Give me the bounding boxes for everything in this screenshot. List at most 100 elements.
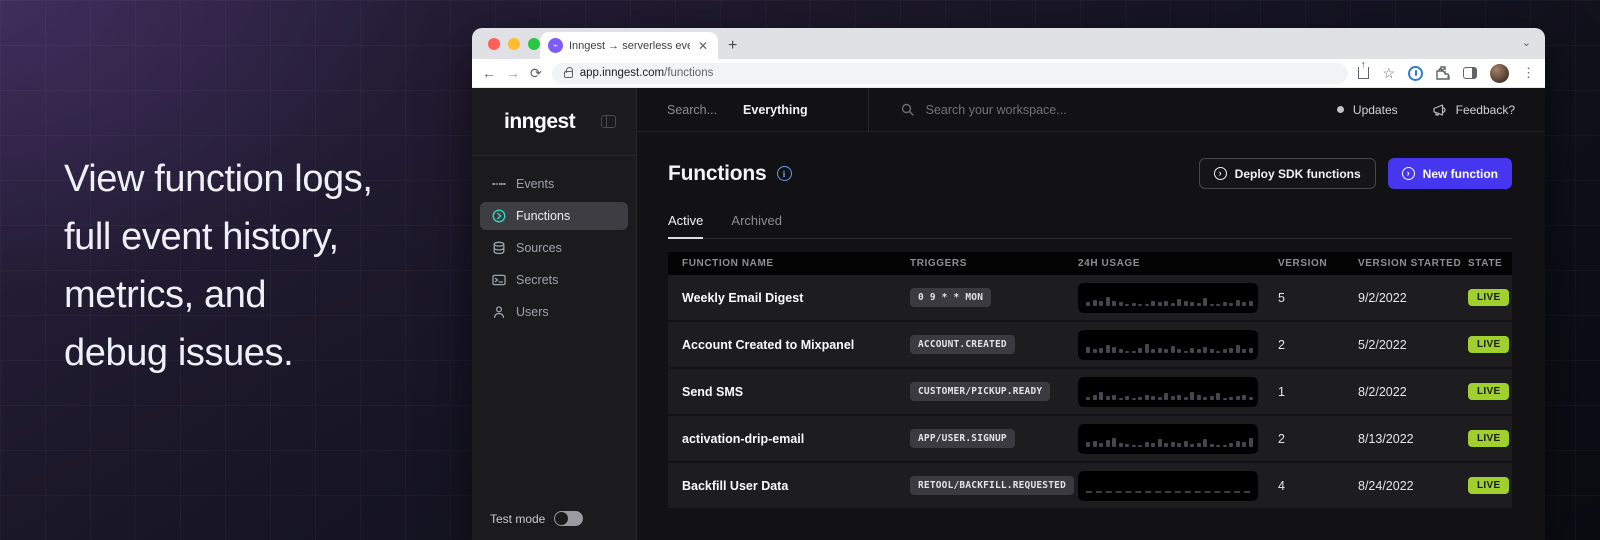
updates-dot-icon — [1337, 106, 1344, 113]
col-state: STATE — [1468, 258, 1512, 269]
tab-active[interactable]: Active — [668, 213, 703, 239]
minimize-window-button[interactable] — [508, 38, 520, 50]
sidebar-nav: Events Functions Sources Secrets — [472, 156, 636, 340]
window-controls — [488, 38, 540, 50]
search-scope-everything[interactable]: Everything — [743, 103, 808, 117]
maximize-window-button[interactable] — [528, 38, 540, 50]
state-badge: LIVE — [1468, 383, 1509, 400]
close-window-button[interactable] — [488, 38, 500, 50]
page-url: app.inngest.com/functions — [580, 67, 714, 79]
state-badge: LIVE — [1468, 336, 1509, 353]
sidebar-collapse-icon[interactable] — [601, 115, 616, 128]
sidebar-item-events[interactable]: Events — [480, 170, 628, 198]
table-row[interactable]: Send SMS CUSTOMER/PICKUP.READY 1 8/2/202… — [668, 369, 1512, 414]
hero-headline: View function logs, full event history, … — [64, 150, 373, 382]
deploy-sdk-functions-button[interactable]: › Deploy SDK functions — [1199, 158, 1376, 189]
sidebar-item-label: Users — [516, 305, 549, 319]
inngest-favicon: ⌁ — [548, 38, 563, 53]
feedback-label: Feedback? — [1456, 103, 1515, 117]
workspace-search-input[interactable]: Search your workspace... — [901, 103, 1337, 117]
version-cell: 2 — [1278, 432, 1358, 446]
version-started-cell: 8/13/2022 — [1358, 432, 1468, 446]
url-domain: app.inngest.com — [580, 67, 664, 79]
feedback-button[interactable]: Feedback? — [1432, 103, 1515, 117]
version-cell: 2 — [1278, 338, 1358, 352]
updates-button[interactable]: Updates — [1337, 103, 1398, 117]
toolbar-icons: ☆ ⋮ — [1358, 64, 1535, 83]
trigger-badge: CUSTOMER/PICKUP.READY — [910, 382, 1050, 401]
deploy-circle-icon: › — [1214, 167, 1227, 180]
version-started-cell: 9/2/2022 — [1358, 291, 1468, 305]
usage-sparkline — [1078, 424, 1258, 454]
function-name: Weekly Email Digest — [682, 291, 910, 305]
profile-avatar[interactable] — [1490, 64, 1509, 83]
functions-circle-icon — [492, 209, 506, 223]
bookmark-star-icon[interactable]: ☆ — [1382, 65, 1395, 82]
browser-window: ⌁ Inngest → serverless event-dri ✕ + ⌄ ←… — [472, 28, 1545, 540]
address-bar[interactable]: app.inngest.com/functions — [552, 63, 1349, 84]
version-started-cell: 8/2/2022 — [1358, 385, 1468, 399]
browser-menu-icon[interactable]: ⋮ — [1522, 65, 1535, 81]
workspace-search-placeholder: Search your workspace... — [926, 103, 1067, 117]
table-row[interactable]: activation-drip-email APP/USER.SIGNUP 2 … — [668, 416, 1512, 461]
updates-label: Updates — [1353, 103, 1398, 117]
function-name: activation-drip-email — [682, 432, 910, 446]
tab-close-icon[interactable]: ✕ — [696, 39, 710, 53]
new-function-label: New function — [1423, 167, 1498, 181]
back-button[interactable]: ← — [482, 65, 496, 81]
sidebar-item-label: Functions — [516, 209, 570, 223]
browser-tab[interactable]: ⌁ Inngest → serverless event-dri ✕ — [540, 32, 718, 59]
table-header: FUNCTION NAME TRIGGERS 24H USAGE VERSION… — [668, 252, 1512, 275]
version-cell: 5 — [1278, 291, 1358, 305]
trigger-badge: ACCOUNT.CREATED — [910, 335, 1015, 354]
browser-toolbar: ← → ⟳ app.inngest.com/functions ☆ ⋮ — [472, 59, 1545, 88]
share-icon[interactable] — [1358, 67, 1369, 79]
table-row[interactable]: Weekly Email Digest 0 9 * * MON 5 9/2/20… — [668, 275, 1512, 320]
events-pulse-icon — [492, 177, 506, 191]
sidebar-item-users[interactable]: Users — [480, 298, 628, 326]
megaphone-icon — [1432, 103, 1447, 117]
terminal-icon — [492, 273, 506, 287]
table-row[interactable]: Account Created to Mixpanel ACCOUNT.CREA… — [668, 322, 1512, 367]
search-tabs-chevron-icon[interactable]: ⌄ — [1522, 36, 1531, 49]
info-icon[interactable]: i — [777, 166, 792, 181]
new-function-circle-icon: › — [1402, 167, 1415, 180]
main-area: Search... Everything Search your workspa… — [637, 88, 1545, 540]
user-icon — [492, 305, 506, 319]
usage-sparkline — [1078, 283, 1258, 313]
trigger-badge: 0 9 * * MON — [910, 288, 991, 307]
url-path: /functions — [664, 67, 713, 79]
sidebar-item-secrets[interactable]: Secrets — [480, 266, 628, 294]
side-panel-icon[interactable] — [1463, 67, 1477, 79]
new-tab-button[interactable]: + — [728, 37, 737, 55]
state-badge: LIVE — [1468, 430, 1509, 447]
hero-line: full event history, — [64, 208, 373, 266]
col-version-started: VERSION STARTED — [1358, 258, 1468, 269]
inngest-logo: inngest — [504, 110, 575, 134]
forward-button[interactable]: → — [506, 65, 520, 81]
inngest-app: inngest Events Functions Sources — [472, 88, 1545, 540]
tab-archived[interactable]: Archived — [731, 213, 782, 238]
browser-tabstrip: ⌁ Inngest → serverless event-dri ✕ + ⌄ — [472, 28, 1545, 59]
sidebar-item-functions[interactable]: Functions — [480, 202, 628, 230]
sidebar-item-label: Sources — [516, 241, 562, 255]
app-topbar: Search... Everything Search your workspa… — [637, 88, 1545, 132]
usage-sparkline — [1078, 377, 1258, 407]
test-mode-label: Test mode — [490, 512, 545, 526]
new-function-button[interactable]: › New function — [1388, 158, 1512, 189]
sidebar-item-sources[interactable]: Sources — [480, 234, 628, 262]
hero-line: metrics, and — [64, 266, 373, 324]
search-label[interactable]: Search... — [667, 103, 717, 117]
version-cell: 1 — [1278, 385, 1358, 399]
version-started-cell: 8/24/2022 — [1358, 479, 1468, 493]
topbar-right: Updates Feedback? — [1337, 103, 1515, 117]
table-row[interactable]: Backfill User Data RETOOL/BACKFILL.REQUE… — [668, 463, 1512, 508]
reload-button[interactable]: ⟳ — [530, 65, 542, 82]
extensions-puzzle-icon[interactable] — [1436, 66, 1450, 80]
page-title: Functions — [668, 162, 767, 186]
function-table-body: Weekly Email Digest 0 9 * * MON 5 9/2/20… — [668, 275, 1512, 508]
test-mode-toggle[interactable] — [554, 511, 583, 526]
sidebar-item-label: Events — [516, 177, 554, 191]
hero-line: View function logs, — [64, 150, 373, 208]
password-manager-icon[interactable] — [1408, 66, 1423, 81]
